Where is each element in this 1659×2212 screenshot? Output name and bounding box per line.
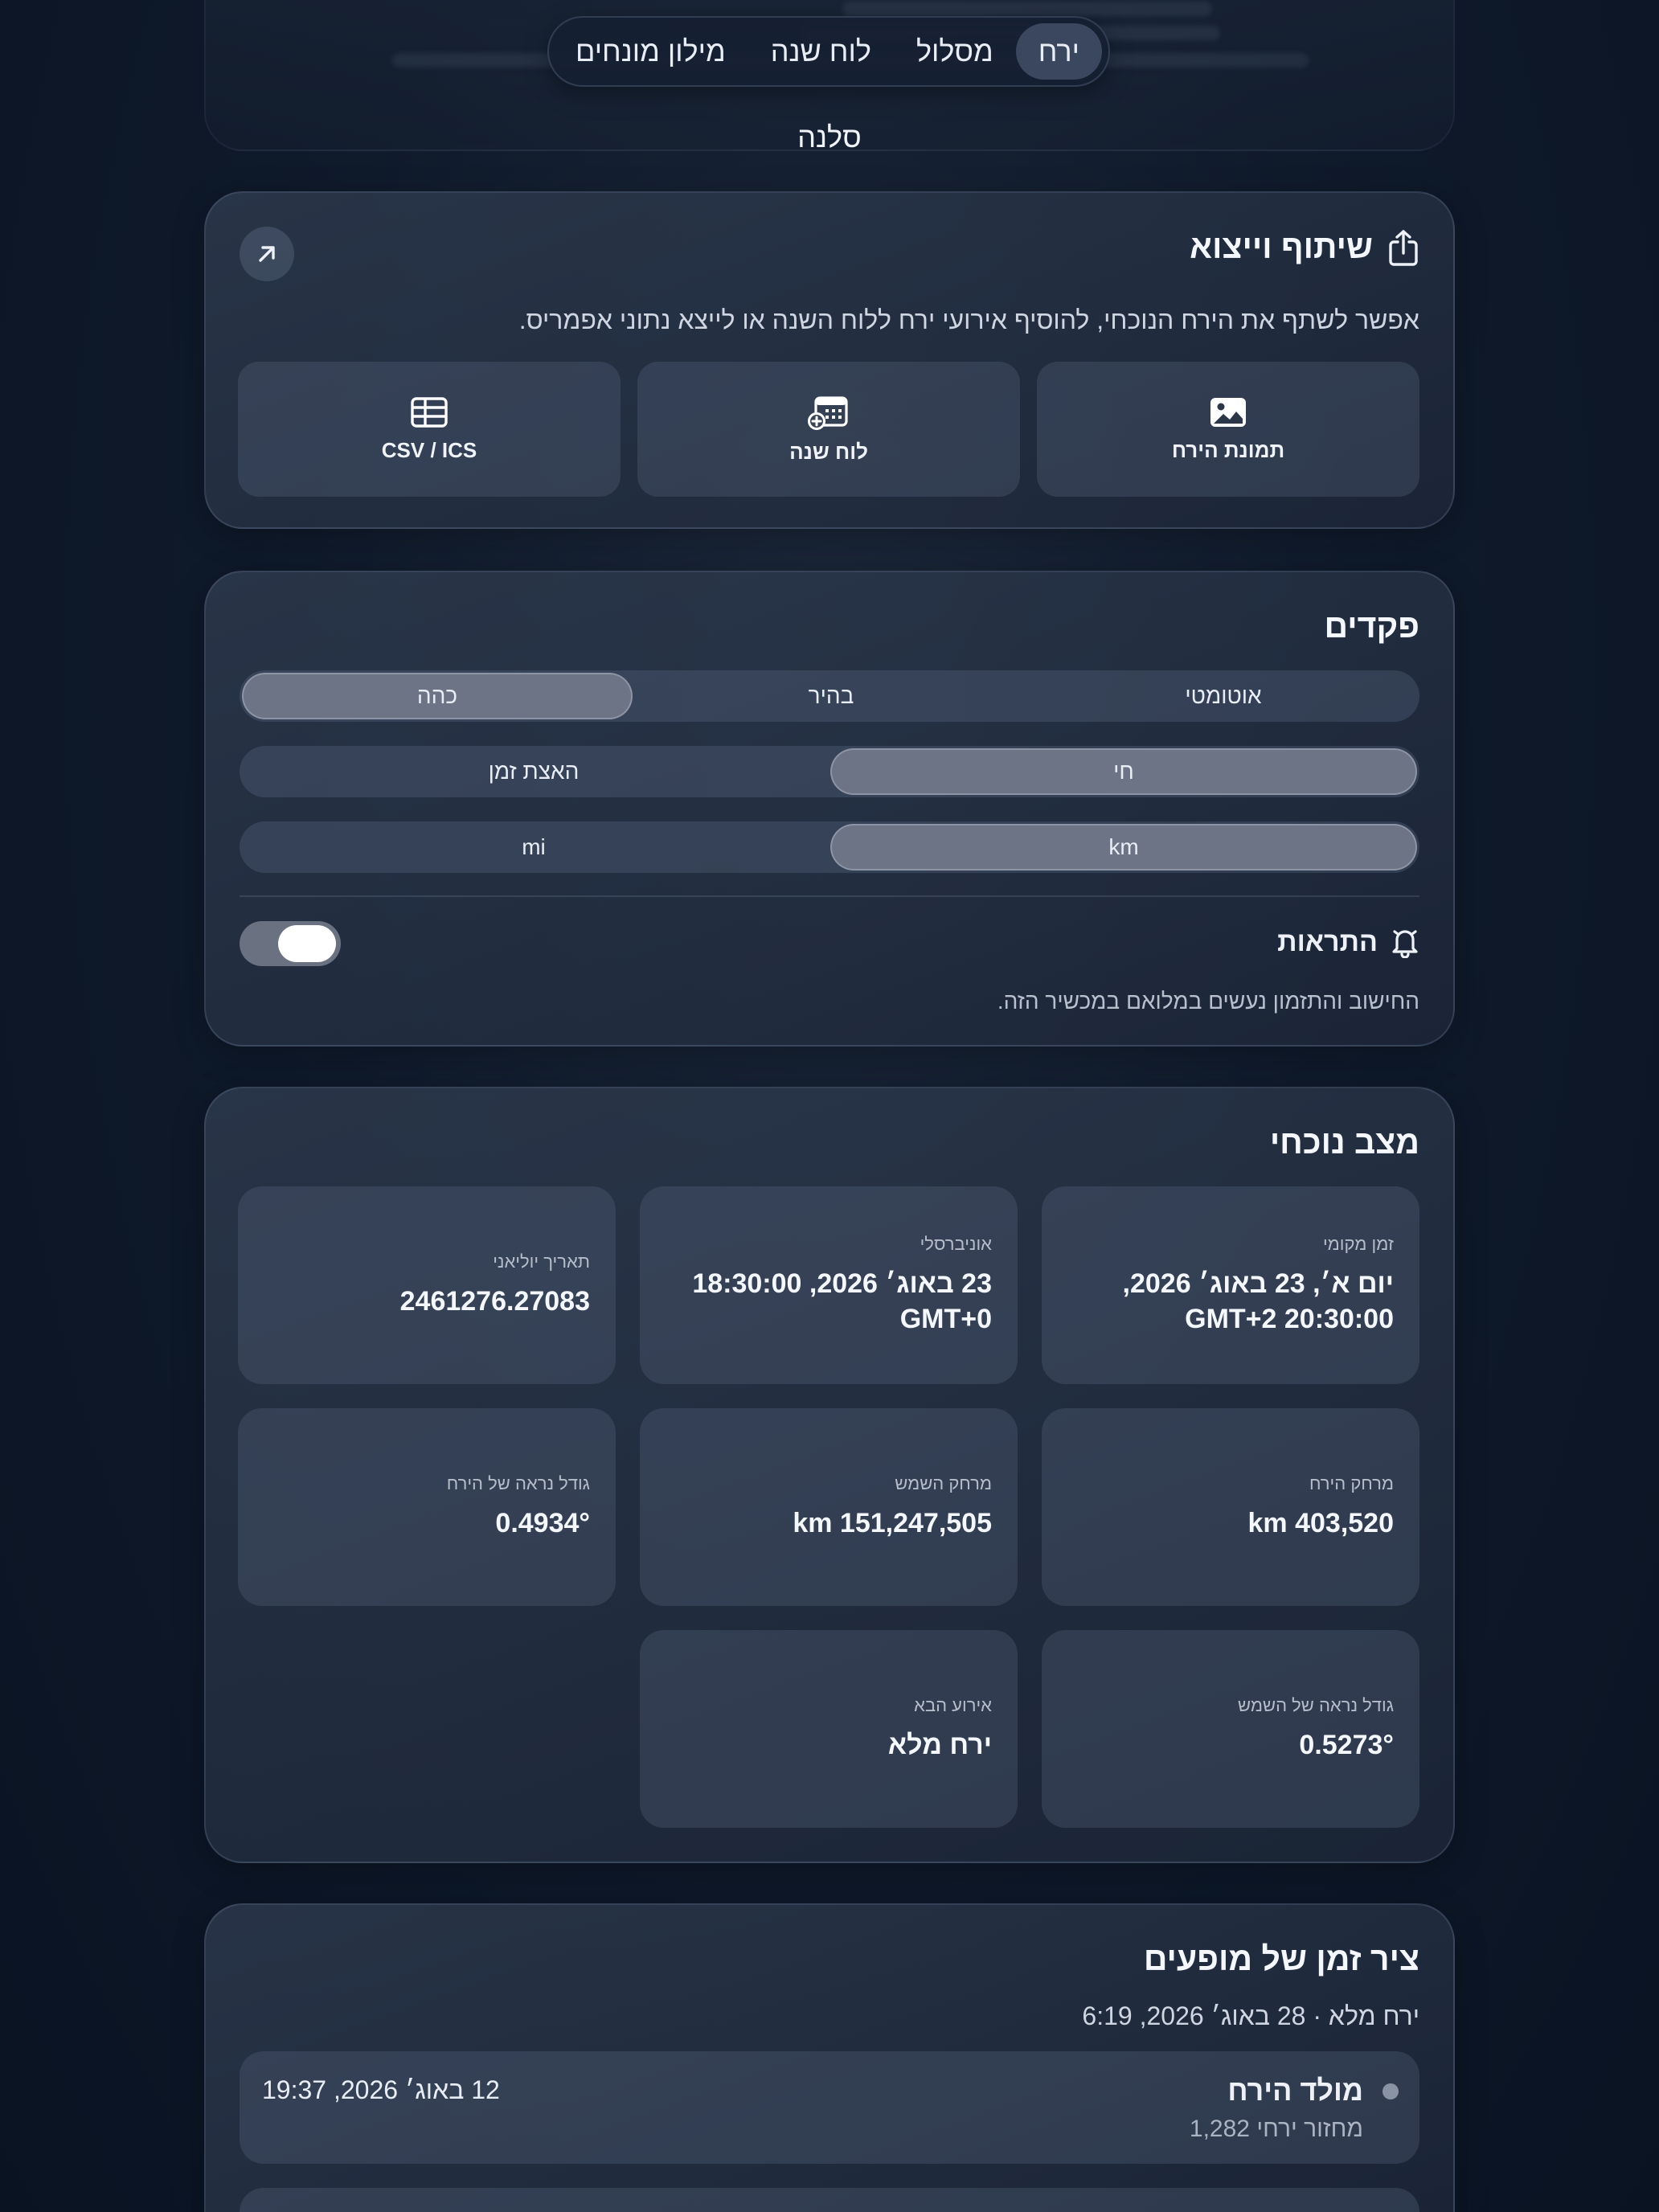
export-csv-ics-button[interactable]: CSV / ICS	[238, 362, 621, 497]
units-option-mi[interactable]: mi	[242, 824, 825, 870]
stat-value: יום א׳, 23 באוג׳ 2026, 20:30:00 GMT+2	[1122, 1268, 1394, 1334]
share-title: שיתוף וייצוא	[1190, 228, 1419, 266]
timeline-row[interactable]: מולד הירח מחזור ירחי 1,282 12 באוג׳ 2026…	[240, 2051, 1419, 2164]
mode-option-time-lapse[interactable]: האצת זמן	[242, 748, 825, 795]
expand-button[interactable]	[240, 227, 294, 281]
tab-orbit[interactable]: מסלול	[894, 23, 1016, 80]
phases-timeline-card: ציר זמן של מופעים ירח מלא · 28 באוג׳ 202…	[204, 1903, 1455, 2212]
share-export-card: שיתוף וייצוא אפשר לשתף את הירח הנוכחי, ל…	[204, 191, 1455, 529]
share-tile-label: לוח שנה	[789, 439, 868, 464]
bell-icon	[1391, 926, 1419, 958]
stat-label: אוניברסלי	[920, 1233, 992, 1254]
share-calendar-button[interactable]: לוח שנה	[637, 362, 1020, 497]
phase-dot-icon	[1382, 2083, 1399, 2099]
controls-card: פקדים אוטומטי בהיר כהה חי האצת זמן km mi…	[204, 571, 1455, 1047]
stat-label: תאריך יוליאני	[493, 1251, 590, 1272]
timeline-row[interactable]	[240, 2188, 1419, 2212]
tab-glossary[interactable]: מילון מונחים	[553, 23, 748, 80]
stat-value: 2461276.27083	[399, 1285, 590, 1317]
stat-sun-apparent-size: גודל נראה של השמש 0.5273°	[1042, 1630, 1419, 1828]
calendar-add-icon	[808, 395, 850, 430]
theme-segmented-control: אוטומטי בהיר כהה	[240, 670, 1419, 722]
tab-moon[interactable]: ירח	[1015, 23, 1102, 80]
share-tile-label: CSV / ICS	[381, 437, 477, 462]
notifications-row: התראות	[1277, 926, 1419, 958]
stat-value: 23 באוג׳ 2026, 18:30:00 GMT+0	[692, 1268, 992, 1334]
tab-calendar[interactable]: לוח שנה	[748, 23, 894, 80]
controls-title: פקדים	[1324, 608, 1419, 645]
stat-label: מרחק השמש	[895, 1473, 992, 1493]
stat-label: גודל נראה של הירח	[446, 1473, 590, 1493]
on-device-note: החישוב והתזמון נעשים במלואם במכשיר הזה.	[997, 989, 1419, 1014]
timeline-row-meta: מחזור ירחי 1,282	[1189, 2116, 1363, 2142]
top-nav: ירח מסלול לוח שנה מילון מונחים	[547, 16, 1110, 87]
app-title: סלנה	[797, 121, 862, 154]
stat-label: גודל נראה של השמש	[1238, 1694, 1394, 1715]
units-segmented-control: km mi	[240, 821, 1419, 873]
stat-value: ירח מלא	[887, 1729, 992, 1760]
theme-option-light[interactable]: בהיר	[637, 673, 1025, 719]
stat-value: 403,520 km	[1247, 1507, 1395, 1538]
share-tile-label: תמונת הירח	[1171, 437, 1285, 462]
divider	[240, 895, 1419, 897]
stat-moon-apparent-size: גודל נראה של הירח 0.4934°	[238, 1408, 616, 1606]
share-title-text: שיתוף וייצוא	[1190, 228, 1373, 265]
arrow-up-right-icon	[255, 242, 279, 266]
timeline-subtitle: ירח מלא · 28 באוג׳ 2026, 6:19	[1082, 2001, 1419, 2030]
stat-julian-date: תאריך יוליאני 2461276.27083	[238, 1186, 616, 1384]
current-status-card: מצב נוכחי זמן מקומי יום א׳, 23 באוג׳ 202…	[204, 1087, 1455, 1863]
stat-sun-distance: מרחק השמש 151,247,505 km	[640, 1408, 1018, 1606]
notifications-label: התראות	[1277, 926, 1378, 957]
stat-next-event: אירוע הבא ירח מלא	[640, 1630, 1018, 1828]
share-description: אפשר לשתף את הירח הנוכחי, להוסיף אירועי …	[518, 305, 1419, 334]
timeline-row-name: מולד הירח	[1227, 2074, 1363, 2107]
stat-moon-distance: מרחק הירח 403,520 km	[1042, 1408, 1419, 1606]
mode-segmented-control: חי האצת זמן	[240, 746, 1419, 797]
stat-universal-time: אוניברסלי 23 באוג׳ 2026, 18:30:00 GMT+0	[640, 1186, 1018, 1384]
mode-option-live[interactable]: חי	[830, 748, 1417, 795]
theme-option-auto[interactable]: אוטומטי	[1030, 673, 1417, 719]
stat-label: אירוע הבא	[914, 1694, 992, 1715]
toggle-knob	[278, 925, 336, 962]
share-moon-image-button[interactable]: תמונת הירח	[1037, 362, 1419, 497]
timeline-row-date: 12 באוג׳ 2026, 19:37	[262, 2075, 500, 2104]
units-option-km[interactable]: km	[830, 824, 1417, 870]
share-icon	[1387, 229, 1419, 266]
notifications-toggle[interactable]	[240, 921, 341, 966]
status-title: מצב נוכחי	[1269, 1124, 1419, 1161]
image-icon	[1209, 396, 1247, 428]
stat-label: מרחק הירח	[1309, 1473, 1394, 1493]
stat-label: זמן מקומי	[1322, 1233, 1394, 1254]
stat-local-time: זמן מקומי יום א׳, 23 באוג׳ 2026, 20:30:0…	[1042, 1186, 1419, 1384]
table-icon	[410, 396, 449, 428]
stat-value: 151,247,505 km	[793, 1507, 992, 1538]
stat-value: 0.4934°	[495, 1507, 590, 1538]
theme-option-dark[interactable]: כהה	[242, 673, 633, 719]
stat-value: 0.5273°	[1299, 1729, 1394, 1760]
timeline-title: ציר זמן של מופעים	[1143, 1940, 1419, 1977]
